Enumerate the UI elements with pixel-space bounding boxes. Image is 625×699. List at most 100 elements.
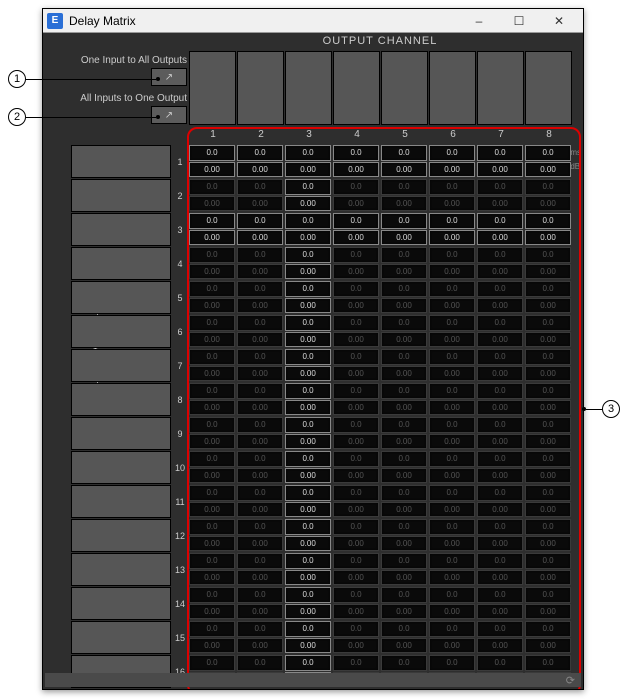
matrix-cell[interactable]: 0.00.00	[381, 587, 427, 619]
gain-field[interactable]: 0.00	[333, 604, 379, 620]
gain-field[interactable]: 0.00	[381, 638, 427, 654]
matrix-cell[interactable]: 0.00.00	[477, 213, 523, 245]
gain-field[interactable]: 0.00	[189, 638, 235, 654]
delay-field[interactable]: 0.0	[525, 485, 571, 501]
matrix-cell[interactable]: 0.00.00	[429, 485, 475, 517]
output-header[interactable]	[237, 51, 284, 125]
matrix-cell[interactable]: 0.00.00	[525, 417, 571, 449]
gain-field[interactable]: 0.00	[333, 400, 379, 416]
input-header[interactable]	[71, 383, 171, 416]
delay-field[interactable]: 0.0	[237, 553, 283, 569]
delay-field[interactable]: 0.0	[333, 315, 379, 331]
delay-field[interactable]: 0.0	[477, 281, 523, 297]
delay-field[interactable]: 0.0	[477, 519, 523, 535]
input-header[interactable]	[71, 281, 171, 314]
matrix-cell[interactable]: 0.00.00	[285, 145, 331, 177]
delay-field[interactable]: 0.0	[285, 383, 331, 399]
matrix-cell[interactable]: 0.00.00	[429, 383, 475, 415]
delay-field[interactable]: 0.0	[525, 655, 571, 671]
gain-field[interactable]: 0.00	[285, 468, 331, 484]
delay-field[interactable]: 0.0	[237, 349, 283, 365]
gain-field[interactable]: 0.00	[189, 230, 235, 246]
output-header[interactable]	[333, 51, 380, 125]
matrix-cell[interactable]: 0.00.00	[477, 417, 523, 449]
gain-field[interactable]: 0.00	[525, 604, 571, 620]
delay-field[interactable]: 0.0	[381, 145, 427, 161]
matrix-cell[interactable]: 0.00.00	[333, 179, 379, 211]
matrix-cell[interactable]: 0.00.00	[189, 621, 235, 653]
matrix-cell[interactable]: 0.00.00	[333, 485, 379, 517]
gain-field[interactable]: 0.00	[429, 264, 475, 280]
gain-field[interactable]: 0.00	[381, 366, 427, 382]
matrix-cell[interactable]: 0.00.00	[429, 519, 475, 551]
delay-field[interactable]: 0.0	[477, 655, 523, 671]
matrix-cell[interactable]: 0.00.00	[477, 315, 523, 347]
matrix-cell[interactable]: 0.00.00	[189, 315, 235, 347]
delay-field[interactable]: 0.0	[333, 655, 379, 671]
delay-field[interactable]: 0.0	[525, 145, 571, 161]
matrix-cell[interactable]: 0.00.00	[285, 519, 331, 551]
matrix-cell[interactable]: 0.00.00	[525, 281, 571, 313]
gain-field[interactable]: 0.00	[285, 196, 331, 212]
matrix-cell[interactable]: 0.00.00	[381, 145, 427, 177]
input-header[interactable]	[71, 247, 171, 280]
delay-field[interactable]: 0.0	[333, 621, 379, 637]
delay-field[interactable]: 0.0	[525, 349, 571, 365]
matrix-cell[interactable]: 0.00.00	[189, 179, 235, 211]
matrix-cell[interactable]: 0.00.00	[429, 315, 475, 347]
gain-field[interactable]: 0.00	[237, 230, 283, 246]
gain-field[interactable]: 0.00	[525, 162, 571, 178]
gain-field[interactable]: 0.00	[237, 536, 283, 552]
gain-field[interactable]: 0.00	[381, 264, 427, 280]
delay-field[interactable]: 0.0	[285, 655, 331, 671]
gain-field[interactable]: 0.00	[285, 366, 331, 382]
gain-field[interactable]: 0.00	[189, 298, 235, 314]
input-header[interactable]	[71, 349, 171, 382]
matrix-cell[interactable]: 0.00.00	[477, 553, 523, 585]
gain-field[interactable]: 0.00	[525, 400, 571, 416]
gain-field[interactable]: 0.00	[237, 570, 283, 586]
matrix-cell[interactable]: 0.00.00	[381, 349, 427, 381]
close-button[interactable]: ✕	[539, 9, 579, 33]
delay-field[interactable]: 0.0	[429, 383, 475, 399]
matrix-cell[interactable]: 0.00.00	[237, 179, 283, 211]
delay-field[interactable]: 0.0	[333, 553, 379, 569]
matrix-cell[interactable]: 0.00.00	[285, 213, 331, 245]
matrix-cell[interactable]: 0.00.00	[285, 383, 331, 415]
gain-field[interactable]: 0.00	[429, 332, 475, 348]
gain-field[interactable]: 0.00	[381, 196, 427, 212]
gain-field[interactable]: 0.00	[333, 434, 379, 450]
delay-field[interactable]: 0.0	[429, 621, 475, 637]
delay-field[interactable]: 0.0	[381, 179, 427, 195]
delay-field[interactable]: 0.0	[285, 145, 331, 161]
matrix-cell[interactable]: 0.00.00	[237, 349, 283, 381]
delay-field[interactable]: 0.0	[525, 451, 571, 467]
matrix-cell[interactable]: 0.00.00	[525, 587, 571, 619]
refresh-icon[interactable]: ⟳	[566, 674, 575, 687]
matrix-cell[interactable]: 0.00.00	[525, 621, 571, 653]
gain-field[interactable]: 0.00	[477, 332, 523, 348]
gain-field[interactable]: 0.00	[285, 536, 331, 552]
delay-field[interactable]: 0.0	[429, 281, 475, 297]
gain-field[interactable]: 0.00	[477, 570, 523, 586]
gain-field[interactable]: 0.00	[237, 332, 283, 348]
gain-field[interactable]: 0.00	[237, 434, 283, 450]
delay-field[interactable]: 0.0	[189, 553, 235, 569]
delay-field[interactable]: 0.0	[237, 383, 283, 399]
gain-field[interactable]: 0.00	[333, 366, 379, 382]
gain-field[interactable]: 0.00	[189, 570, 235, 586]
matrix-cell[interactable]: 0.00.00	[429, 451, 475, 483]
gain-field[interactable]: 0.00	[477, 468, 523, 484]
matrix-cell[interactable]: 0.00.00	[477, 451, 523, 483]
gain-field[interactable]: 0.00	[525, 332, 571, 348]
matrix-cell[interactable]: 0.00.00	[237, 383, 283, 415]
gain-field[interactable]: 0.00	[285, 162, 331, 178]
delay-field[interactable]: 0.0	[237, 145, 283, 161]
matrix-cell[interactable]: 0.00.00	[429, 145, 475, 177]
gain-field[interactable]: 0.00	[429, 434, 475, 450]
gain-field[interactable]: 0.00	[525, 502, 571, 518]
delay-field[interactable]: 0.0	[237, 281, 283, 297]
delay-field[interactable]: 0.0	[525, 587, 571, 603]
delay-field[interactable]: 0.0	[429, 587, 475, 603]
gain-field[interactable]: 0.00	[285, 502, 331, 518]
